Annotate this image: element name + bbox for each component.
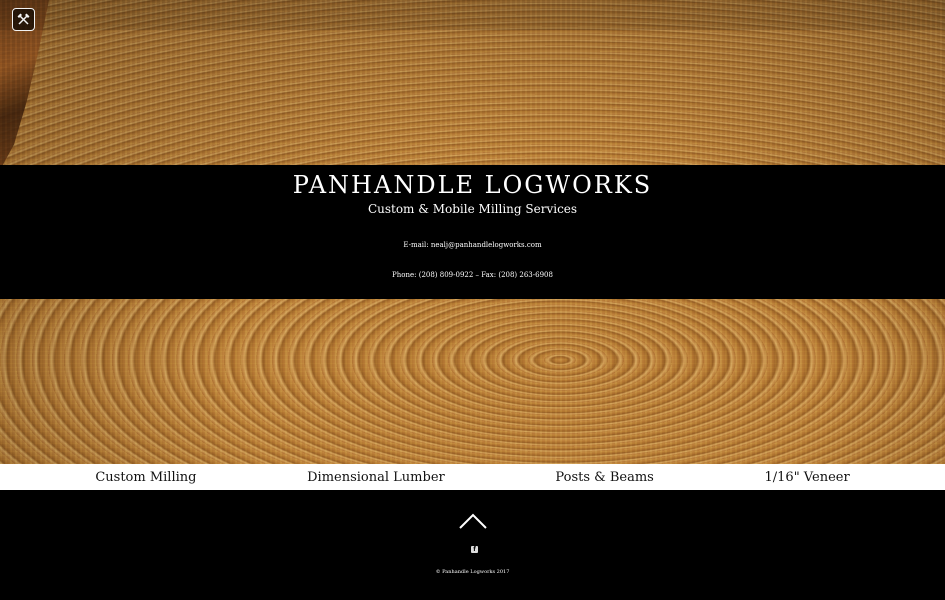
nav-link-custom-milling[interactable]: Custom Milling [95,470,196,485]
chevron-up-icon[interactable] [458,512,488,530]
nav-link-posts-beams[interactable]: Posts & Beams [555,470,653,485]
contact-phone: Phone: (208) 809-0922 – Fax: (208) 263-6… [392,271,553,279]
main-nav: Custom Milling Dimensional Lumber Posts … [0,464,945,490]
nav-link-veneer[interactable]: 1/16" Veneer [765,470,850,485]
tools-icon [17,13,30,25]
site-logo-button[interactable] [12,8,35,31]
copyright-text: © Panhandle Logworks 2017 [435,569,510,575]
contact-email[interactable]: E-mail: nealj@panhandlelogworks.com [0,241,945,249]
hero-banner: PANHANDLE LOGWORKS Custom & Mobile Milli… [0,165,945,299]
footer [0,490,945,600]
top-bar [0,0,945,30]
site-title: PANHANDLE LOGWORKS [292,171,653,199]
facebook-icon[interactable]: f [471,546,478,553]
nav-link-dimensional-lumber[interactable]: Dimensional Lumber [307,470,445,485]
site-subtitle: Custom & Mobile Milling Services [367,202,578,216]
bark-edge [0,0,49,170]
